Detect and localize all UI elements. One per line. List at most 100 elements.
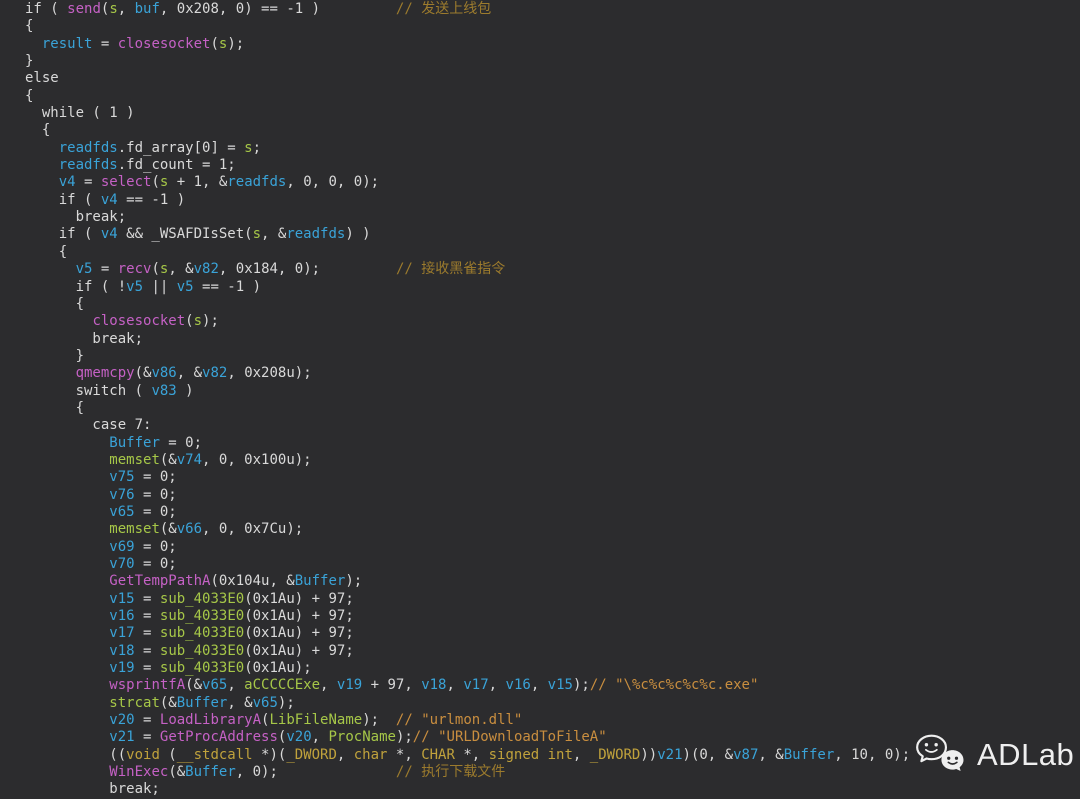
code-line: }: [25, 348, 1080, 365]
code-token: v18: [421, 677, 446, 693]
code-token: Buffer: [295, 573, 346, 589]
code-token: v5: [177, 279, 194, 295]
code-token: qmemcpy: [76, 365, 135, 381]
code-line: else: [25, 70, 1080, 87]
code-token: (0x1Au);: [244, 660, 311, 676]
code-line: v16 = sub_4033E0(0x1Au) + 97;: [25, 608, 1080, 625]
code-token: aCCCCCExe: [244, 677, 320, 693]
code-token: }: [25, 348, 84, 364]
code-token: = 0;: [160, 435, 202, 451]
code-token: , 0x208u);: [227, 365, 311, 381]
code-line: break;: [25, 331, 1080, 348]
code-line: v5 = recv(s, &v82, 0x184, 0); // 接收黑雀指令: [25, 261, 1080, 278]
code-token: =: [135, 591, 160, 607]
code-token: {: [25, 88, 33, 104]
code-line: v75 = 0;: [25, 469, 1080, 486]
code-token: , &: [227, 695, 252, 711]
code-token: ,: [337, 747, 354, 763]
code-token: v19: [109, 660, 134, 676]
code-token: );: [362, 712, 396, 728]
code-token: [25, 452, 109, 468]
code-token: + 1, &: [168, 174, 227, 190]
code-token: v15: [548, 677, 573, 693]
code-token: [25, 660, 109, 676]
code-token: sub_4033E0: [160, 643, 244, 659]
code-token: ((: [25, 747, 126, 763]
code-line: v69 = 0;: [25, 539, 1080, 556]
decompiler-code-view: if ( send(s, buf, 0x208, 0) == -1 ) // 发…: [0, 0, 1080, 799]
code-token: , 0, 0x100u);: [202, 452, 312, 468]
code-token: v66: [177, 521, 202, 537]
code-line: v20 = LoadLibraryA(LibFileName); // "url…: [25, 712, 1080, 729]
code-token: =: [92, 261, 117, 277]
code-token: );: [345, 573, 362, 589]
code-token: + 97,: [362, 677, 421, 693]
code-token: [25, 487, 109, 503]
code-token: switch (: [25, 383, 151, 399]
code-token: [25, 174, 59, 190]
code-token: v4: [101, 192, 118, 208]
code-token: ): [177, 383, 194, 399]
code-token: // "\%c%c%c%c%c.exe": [590, 677, 759, 693]
code-token: [25, 625, 109, 641]
code-token: v69: [109, 539, 134, 555]
code-token: [25, 157, 59, 173]
code-line: v4 = select(s + 1, &readfds, 0, 0, 0);: [25, 174, 1080, 191]
code-token: s: [253, 226, 261, 242]
code-token: );: [202, 313, 219, 329]
code-token: Buffer: [109, 435, 160, 451]
code-token: && _WSAFDIsSet(: [118, 226, 253, 242]
code-token: v70: [109, 556, 134, 572]
code-line: {: [25, 244, 1080, 261]
code-line: memset(&v74, 0, 0x100u);: [25, 452, 1080, 469]
code-token: // 接收黑雀指令: [396, 261, 505, 277]
code-line: }: [25, 53, 1080, 70]
code-token: (&: [135, 365, 152, 381]
code-token: = 0;: [135, 556, 177, 572]
code-token: if (: [25, 192, 101, 208]
code-line: break;: [25, 209, 1080, 226]
code-token: [25, 313, 92, 329]
code-token: , 0, 0x7Cu);: [202, 521, 303, 537]
code-token: v4: [59, 174, 76, 190]
code-token: send: [67, 1, 101, 17]
code-token: ProcName: [329, 729, 396, 745]
code-token: == -1 ): [194, 279, 261, 295]
adlab-logo-text: ADLab: [977, 737, 1074, 773]
code-token: [25, 469, 109, 485]
code-token: break;: [25, 781, 160, 797]
code-token: ,: [118, 1, 135, 17]
code-token: // 执行下载文件: [396, 764, 505, 780]
code-token: (&: [160, 695, 177, 711]
code-token: strcat: [109, 695, 160, 711]
code-token: *,: [387, 747, 421, 763]
code-token: s: [244, 140, 252, 156]
code-token: ,: [320, 677, 337, 693]
code-token: = 0;: [135, 469, 177, 485]
code-token: ,: [531, 677, 548, 693]
code-token: v87: [733, 747, 758, 763]
code-token: =: [135, 643, 160, 659]
code-token: ||: [143, 279, 177, 295]
code-token: [25, 695, 109, 711]
code-line: {: [25, 88, 1080, 105]
code-token: v16: [109, 608, 134, 624]
code-token: =: [76, 174, 101, 190]
code-line: {: [25, 296, 1080, 313]
code-token: {: [25, 296, 84, 312]
code-token: (&: [185, 677, 202, 693]
code-token: if ( !: [25, 279, 126, 295]
code-token: v75: [109, 469, 134, 485]
code-token: (&: [160, 452, 177, 468]
code-line: v17 = sub_4033E0(0x1Au) + 97;: [25, 625, 1080, 642]
code-token: , 0, 0, 0);: [286, 174, 379, 190]
code-token: memset: [109, 521, 160, 537]
code-token: );: [227, 36, 244, 52]
code-token: (0x1Au) + 97;: [244, 625, 354, 641]
code-line: if ( send(s, buf, 0x208, 0) == -1 ) // 发…: [25, 1, 1080, 18]
code-token: sub_4033E0: [160, 660, 244, 676]
code-token: v17: [463, 677, 488, 693]
code-token: sub_4033E0: [160, 591, 244, 607]
code-token: (: [185, 313, 193, 329]
code-token: v20: [109, 712, 134, 728]
